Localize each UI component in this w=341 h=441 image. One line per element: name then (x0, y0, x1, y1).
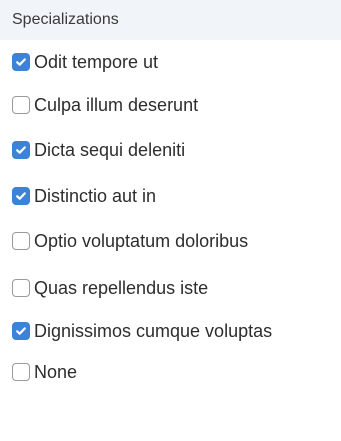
checkbox-unchecked[interactable] (12, 96, 30, 114)
checkbox-checked[interactable] (12, 53, 30, 71)
checkbox-checked[interactable] (12, 187, 30, 205)
checkbox-unchecked[interactable] (12, 232, 30, 250)
option-dignissimos-cumque-voluptas[interactable]: Dignissimos cumque voluptas (12, 317, 332, 345)
option-odit-tempore-ut[interactable]: Odit tempore ut (12, 48, 332, 76)
checkbox-unchecked[interactable] (12, 279, 30, 297)
option-label: Dignissimos cumque voluptas (34, 321, 273, 341)
checkmark-icon (16, 192, 26, 200)
option-label: Culpa illum deserunt (34, 95, 199, 115)
option-none[interactable]: None (12, 358, 332, 386)
option-label: Distinctio aut in (34, 186, 157, 206)
option-label: Quas repellendus iste (34, 278, 209, 298)
option-label: Dicta sequi deleniti (34, 140, 186, 160)
specialization-options: Odit tempore ut Culpa illum deserunt Dic… (12, 48, 332, 386)
option-optio-voluptatum-doloribus[interactable]: Optio voluptatum doloribus (12, 227, 332, 255)
option-culpa-illum-deserunt[interactable]: Culpa illum deserunt (12, 91, 332, 119)
checkmark-icon (16, 146, 26, 154)
checkmark-icon (16, 58, 26, 66)
section-header: Specializations (0, 0, 341, 40)
specializations-panel: Specializations Odit tempore ut Culpa il… (0, 0, 341, 441)
checkbox-checked[interactable] (12, 141, 30, 159)
option-label: Odit tempore ut (34, 52, 159, 72)
section-title: Specializations (12, 11, 119, 28)
checkbox-unchecked[interactable] (12, 363, 30, 381)
checkbox-checked[interactable] (12, 322, 30, 340)
option-quas-repellendus-iste[interactable]: Quas repellendus iste (12, 274, 332, 302)
checkmark-icon (16, 327, 26, 335)
option-label: Optio voluptatum doloribus (34, 231, 249, 251)
option-distinctio-aut-in[interactable]: Distinctio aut in (12, 182, 332, 210)
option-label: None (34, 362, 78, 382)
option-dicta-sequi-deleniti[interactable]: Dicta sequi deleniti (12, 136, 332, 164)
